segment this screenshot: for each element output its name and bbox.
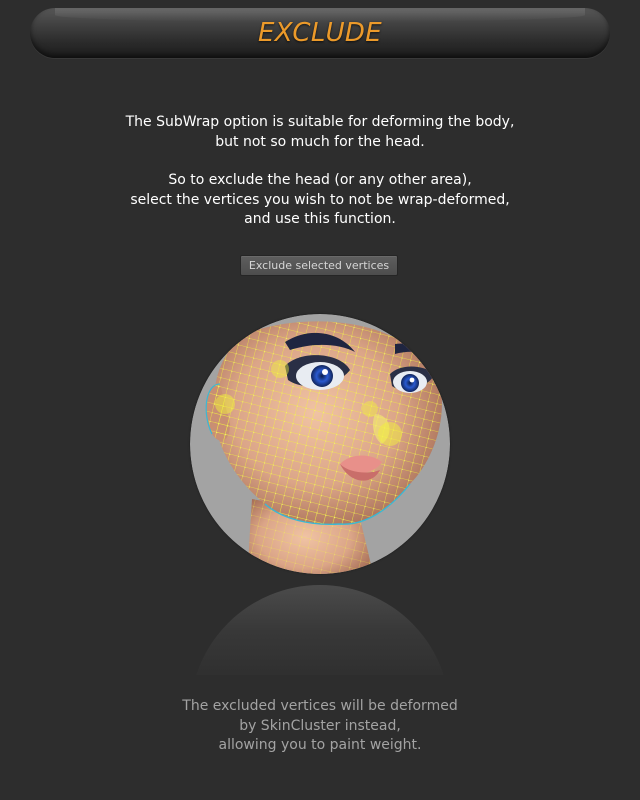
footer-line: The excluded vertices will be deformed <box>182 698 458 714</box>
description-line: and use this function. <box>244 211 396 227</box>
exclude-selected-vertices-button[interactable]: Exclude selected vertices <box>240 255 398 276</box>
footer-line: allowing you to paint weight. <box>218 737 422 753</box>
description-line: but not so much for the head. <box>215 133 425 150</box>
description-line: The SubWrap option is suitable for defor… <box>125 114 515 130</box>
description-line: select the vertices you wish to not be w… <box>130 191 510 208</box>
description-paragraph-1: The SubWrap option is suitable for defor… <box>0 113 640 152</box>
footer-note: The excluded vertices will be deformed b… <box>0 697 640 756</box>
page-title: EXCLUDE <box>257 18 382 48</box>
description-line: So to exclude the head (or any other are… <box>168 172 472 188</box>
description-paragraph-2: So to exclude the head (or any other are… <box>0 171 640 230</box>
footer-line: by SkinCluster instead, <box>239 717 401 734</box>
wireframe-head-illustration <box>190 314 450 574</box>
image-reflection <box>190 585 450 675</box>
